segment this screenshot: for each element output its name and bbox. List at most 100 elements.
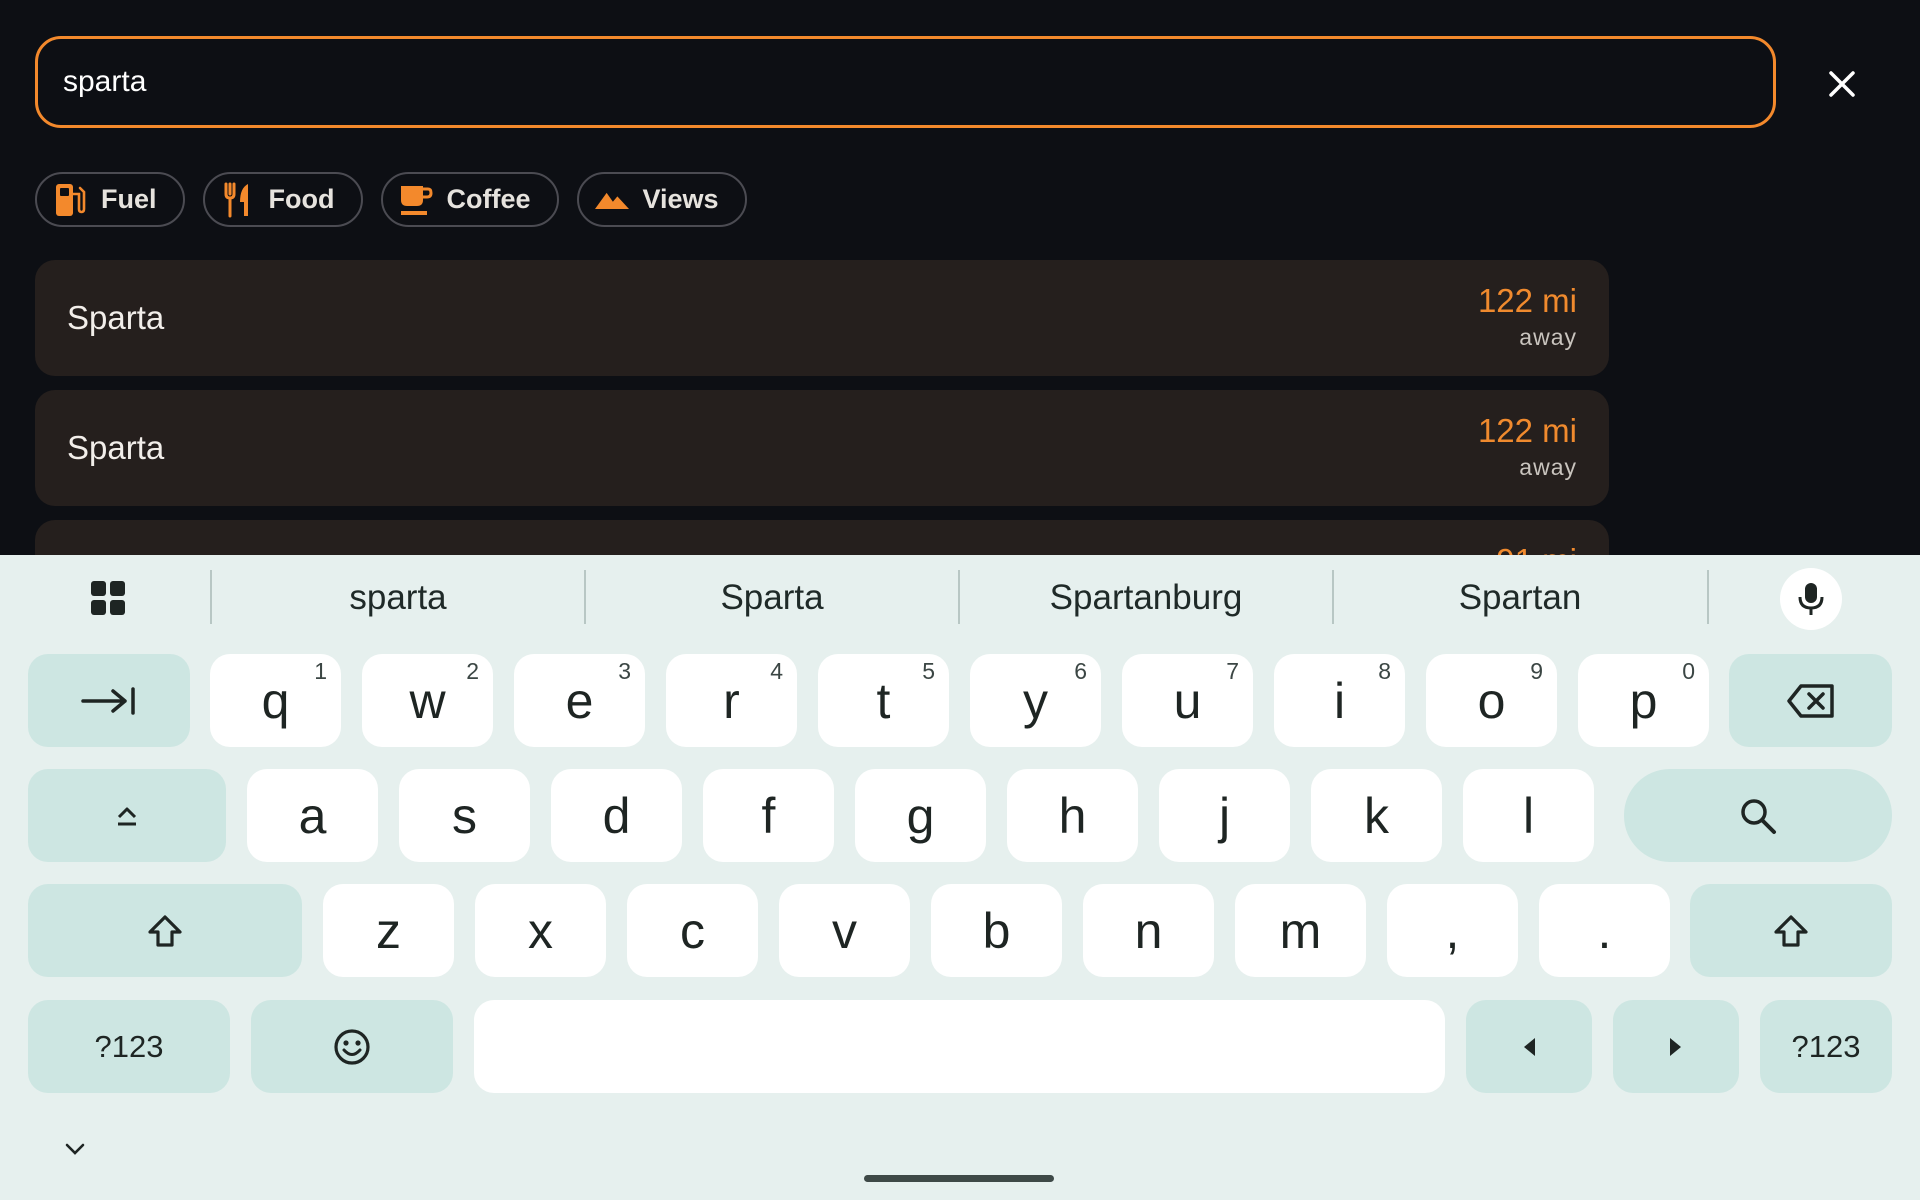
result-distance: 122 mi	[1477, 282, 1577, 319]
chip-fuel[interactable]: Fuel	[35, 172, 185, 227]
search-input[interactable]	[63, 39, 1743, 125]
tab-key[interactable]	[28, 654, 190, 747]
key-k[interactable]: k	[1311, 769, 1442, 862]
chip-food[interactable]: Food	[202, 172, 363, 227]
suggestion-divider	[1707, 570, 1709, 624]
suggestion-item[interactable]: Spartan	[1334, 555, 1706, 641]
key-c[interactable]: c	[627, 884, 758, 977]
tab-icon	[81, 686, 135, 715]
key-d[interactable]: d	[551, 769, 682, 862]
search-key[interactable]	[1624, 769, 1892, 862]
key-q[interactable]: q1	[210, 654, 341, 747]
category-chips: Fuel Food Coffee Views	[35, 172, 747, 227]
key-z[interactable]: z	[323, 884, 454, 977]
arrow-left-icon	[1524, 1037, 1535, 1056]
key-y[interactable]: y6	[970, 654, 1101, 747]
key-label: o	[1477, 672, 1506, 729]
gesture-handle[interactable]	[864, 1175, 1054, 1182]
key-hint: 8	[1378, 658, 1391, 684]
key-hint: 2	[466, 658, 479, 684]
keyboard-collapse-button[interactable]	[60, 1137, 90, 1161]
suggestion-item[interactable]: Sparta	[586, 555, 958, 641]
key-label: y	[1023, 672, 1048, 729]
key-hint: 4	[770, 658, 783, 684]
mountain-icon	[594, 182, 629, 218]
result-distance: 122 mi	[1477, 412, 1577, 449]
on-screen-keyboard: sparta Sparta Spartanburg Spartan q1 w2 …	[0, 555, 1920, 1200]
apps-button[interactable]	[82, 573, 134, 623]
key-l[interactable]: l	[1463, 769, 1594, 862]
key-label: t	[876, 672, 891, 729]
key-u[interactable]: u7	[1122, 654, 1253, 747]
symbols-label: ?123	[94, 1028, 164, 1064]
search-icon	[1741, 798, 1776, 834]
result-item[interactable]: 91 mi	[35, 520, 1609, 555]
key-hint: 5	[922, 658, 935, 684]
shift-key-right[interactable]	[1690, 884, 1892, 977]
key-w[interactable]: w2	[362, 654, 493, 747]
key-m[interactable]: m	[1235, 884, 1366, 977]
chip-coffee[interactable]: Coffee	[380, 172, 559, 227]
key-hint: 9	[1530, 658, 1543, 684]
chip-views-label: Views	[642, 184, 719, 214]
key-label: e	[565, 672, 594, 729]
key-label: w	[409, 672, 446, 729]
key-b[interactable]: b	[931, 884, 1062, 977]
close-icon	[1829, 71, 1855, 97]
cursor-right-key[interactable]	[1613, 1000, 1739, 1093]
key-n[interactable]: n	[1083, 884, 1214, 977]
key-label: u	[1173, 672, 1202, 729]
key-h[interactable]: h	[1007, 769, 1138, 862]
cursor-left-key[interactable]	[1466, 1000, 1592, 1093]
shift-icon	[1774, 914, 1808, 947]
key-v[interactable]: v	[779, 884, 910, 977]
key-period[interactable]: .	[1539, 884, 1670, 977]
key-o[interactable]: o9	[1426, 654, 1557, 747]
coffee-cup-icon	[399, 182, 433, 218]
chip-food-label: Food	[268, 184, 335, 214]
backspace-icon	[1786, 683, 1834, 718]
result-name: Sparta	[67, 299, 165, 336]
close-button[interactable]	[1812, 60, 1872, 108]
key-i[interactable]: i8	[1274, 654, 1405, 747]
key-t[interactable]: t5	[818, 654, 949, 747]
symbols-key-left[interactable]: ?123	[28, 1000, 230, 1093]
symbols-key-right[interactable]: ?123	[1760, 1000, 1892, 1093]
key-r[interactable]: r4	[666, 654, 797, 747]
result-item[interactable]: Sparta 122 mi away	[35, 260, 1609, 376]
key-hint: 0	[1682, 658, 1695, 684]
key-f[interactable]: f	[703, 769, 834, 862]
key-comma[interactable]: ,	[1387, 884, 1518, 977]
key-g[interactable]: g	[855, 769, 986, 862]
results-area: Fuel Food Coffee	[0, 0, 1920, 555]
result-away-label: away	[1519, 454, 1577, 480]
shift-key-left[interactable]	[28, 884, 302, 977]
key-x[interactable]: x	[475, 884, 606, 977]
key-e[interactable]: e3	[514, 654, 645, 747]
fuel-pump-icon	[53, 182, 87, 218]
caps-lock-key[interactable]	[28, 769, 226, 862]
suggestion-item[interactable]: sparta	[212, 555, 584, 641]
key-a[interactable]: a	[247, 769, 378, 862]
caps-lock-icon	[117, 807, 137, 825]
key-j[interactable]: j	[1159, 769, 1290, 862]
chevron-down-icon	[65, 1143, 85, 1155]
backspace-key[interactable]	[1729, 654, 1892, 747]
key-label: r	[723, 672, 740, 729]
search-field[interactable]	[35, 36, 1776, 128]
microphone-icon	[1798, 583, 1824, 615]
space-key[interactable]	[474, 1000, 1445, 1093]
result-away-label: away	[1519, 324, 1577, 350]
key-hint: 1	[314, 658, 327, 684]
emoji-key[interactable]	[251, 1000, 453, 1093]
key-hint: 7	[1226, 658, 1239, 684]
symbols-label: ?123	[1791, 1028, 1861, 1064]
key-label: q	[261, 672, 290, 729]
suggestion-item[interactable]: Spartanburg	[960, 555, 1332, 641]
key-s[interactable]: s	[399, 769, 530, 862]
key-p[interactable]: p0	[1578, 654, 1709, 747]
result-name: Sparta	[67, 429, 165, 466]
voice-input-button[interactable]	[1780, 568, 1842, 630]
chip-views[interactable]: Views	[576, 172, 747, 227]
result-item[interactable]: Sparta 122 mi away	[35, 390, 1609, 506]
